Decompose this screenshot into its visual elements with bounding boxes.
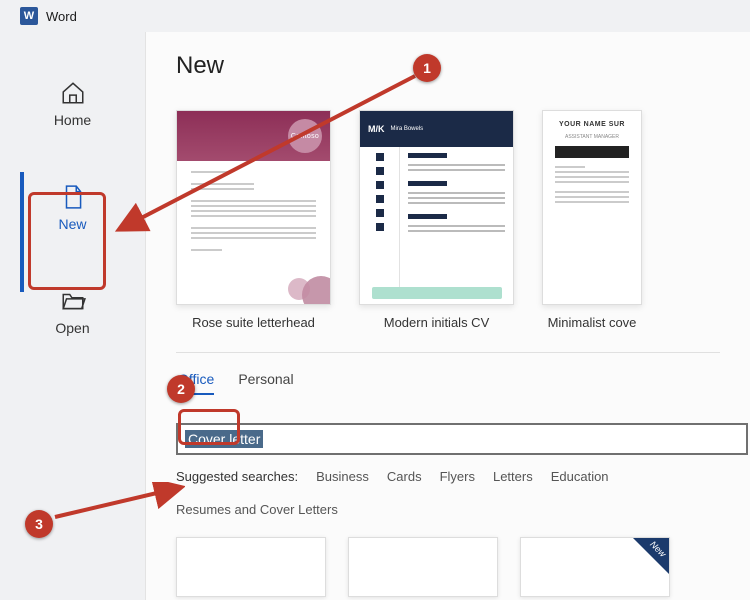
suggested-link[interactable]: Letters <box>493 469 533 484</box>
sidebar-item-label: Open <box>55 320 89 336</box>
result-card[interactable] <box>176 537 326 597</box>
template-thumb: M/K Mira Bowels <box>359 110 514 305</box>
template-search-input[interactable]: Cover letter <box>176 423 748 455</box>
sidebar-item-open[interactable]: Open <box>0 270 145 354</box>
suggested-link[interactable]: Flyers <box>440 469 475 484</box>
backstage-sidebar: Home New Open <box>0 32 145 600</box>
title-bar: W Word <box>0 0 750 32</box>
new-doc-icon <box>60 184 86 210</box>
template-card-modern[interactable]: M/K Mira Bowels Modern initials CV <box>359 110 514 330</box>
suggested-link[interactable]: Resumes and Cover Letters <box>176 502 338 517</box>
template-card-rose[interactable]: Contoso Rose suite letterhead <box>176 110 331 330</box>
sidebar-item-label: Home <box>54 112 91 128</box>
main-panel: New Contoso Rose suite letterhead <box>145 32 750 600</box>
page-heading: New <box>176 52 750 80</box>
template-thumb: YOUR NAME SUR ASSISTANT MANAGER <box>542 110 642 305</box>
suggested-searches: Suggested searches: Business Cards Flyer… <box>176 469 750 517</box>
brand-badge: Contoso <box>288 119 322 153</box>
tab-personal[interactable]: Personal <box>238 371 293 395</box>
divider <box>176 352 720 353</box>
result-card[interactable] <box>348 537 498 597</box>
result-card[interactable]: New <box>520 537 670 597</box>
template-thumb: Contoso <box>176 110 331 305</box>
suggested-label: Suggested searches: <box>176 469 298 484</box>
initials: M/K <box>368 124 385 134</box>
sidebar-item-label: New <box>58 216 86 232</box>
word-app-icon: W <box>20 7 38 25</box>
template-label: Rose suite letterhead <box>192 315 315 330</box>
annotation-number-3: 3 <box>25 510 53 538</box>
home-icon <box>60 80 86 106</box>
template-label: Modern initials CV <box>384 315 490 330</box>
search-value: Cover letter <box>185 430 263 448</box>
new-ribbon-icon: New <box>633 538 669 574</box>
templates-row: Contoso Rose suite letterhead M/K Mira Bo… <box>176 110 750 330</box>
sidebar-item-home[interactable]: Home <box>0 62 145 146</box>
open-folder-icon <box>60 288 86 314</box>
app-title: Word <box>46 9 77 24</box>
template-tabs: Office Personal <box>176 371 750 395</box>
annotation-number-1: 1 <box>413 54 441 82</box>
suggested-link[interactable]: Education <box>551 469 609 484</box>
template-label: Minimalist cove <box>548 315 637 330</box>
name: Mira Bowels <box>391 126 424 132</box>
header-text: YOUR NAME SUR <box>543 111 641 134</box>
suggested-link[interactable]: Business <box>316 469 369 484</box>
annotation-number-2: 2 <box>167 375 195 403</box>
suggested-link[interactable]: Cards <box>387 469 422 484</box>
sidebar-item-new[interactable]: New <box>0 166 145 250</box>
search-results-row: New <box>176 537 750 597</box>
template-card-minimalist[interactable]: YOUR NAME SUR ASSISTANT MANAGER Minimali… <box>542 110 642 330</box>
